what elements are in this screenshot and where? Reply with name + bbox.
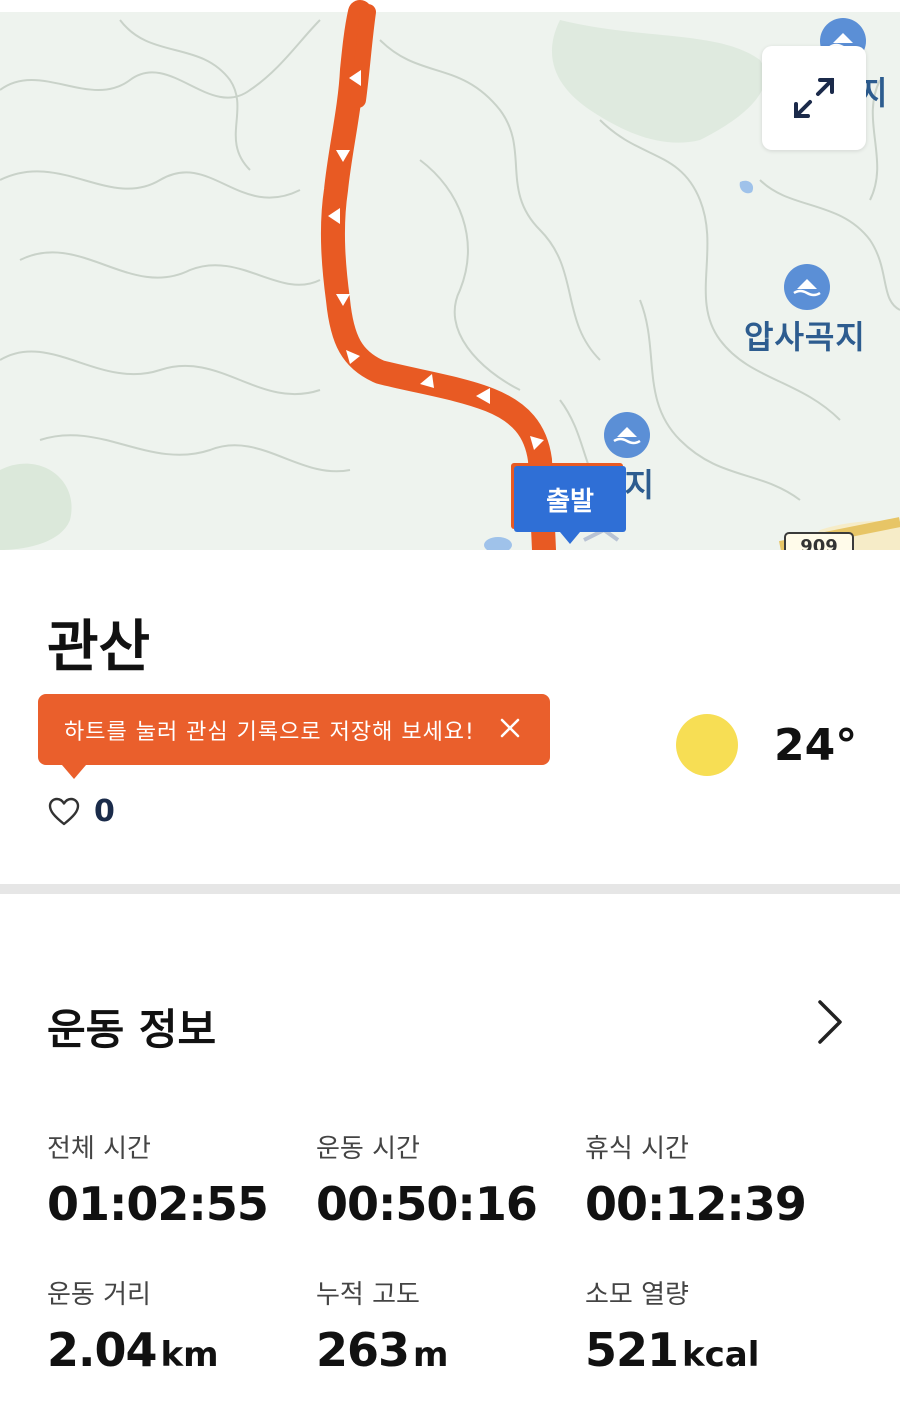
close-icon[interactable] xyxy=(496,714,524,742)
reservoir-icon xyxy=(604,412,650,458)
stat-elevation: 누적 고도 263 m xyxy=(316,1274,448,1377)
chevron-right-icon[interactable] xyxy=(810,996,850,1048)
place-title: 관산 xyxy=(47,615,151,680)
stat-unit: m xyxy=(413,1335,449,1375)
stat-unit: kcal xyxy=(682,1335,760,1375)
sun-icon xyxy=(676,714,738,776)
stat-label: 누적 고도 xyxy=(316,1280,420,1310)
stat-exercise-time: 운동 시간 00:50:16 xyxy=(316,1128,538,1231)
start-marker: 출발 xyxy=(514,466,626,544)
exercise-info-title: 운동 정보 xyxy=(47,1005,217,1054)
save-hint-tooltip: 하트를 눌러 관심 기록으로 저장해 보세요! xyxy=(38,694,550,779)
stat-value: 263 m xyxy=(316,1323,449,1377)
like-count: 0 xyxy=(94,794,115,829)
tooltip-text: 하트를 눌러 관심 기록으로 저장해 보세요! xyxy=(64,719,475,745)
section-divider xyxy=(0,884,900,894)
stat-value: 521 kcal xyxy=(585,1323,760,1377)
road-number-badge: 909 xyxy=(784,532,854,550)
expand-map-button[interactable] xyxy=(762,46,866,150)
stat-label: 운동 시간 xyxy=(316,1134,420,1164)
stat-value: 00:12:39 xyxy=(585,1177,807,1231)
stat-label: 소모 열량 xyxy=(585,1280,689,1310)
stat-rest-time: 휴식 시간 00:12:39 xyxy=(585,1128,807,1231)
stat-label: 휴식 시간 xyxy=(585,1134,689,1164)
stat-calories: 소모 열량 521 kcal xyxy=(585,1274,759,1377)
route-map[interactable]: 지 압사곡지 관지 출발 909 xyxy=(0,0,900,550)
map-label-apsagokji: 압사곡지 xyxy=(744,318,866,356)
reservoir-icon xyxy=(784,264,830,310)
heart-icon xyxy=(48,797,80,825)
stat-total-time: 전체 시간 01:02:55 xyxy=(47,1128,269,1231)
stat-value: 2.04 km xyxy=(47,1323,219,1377)
stat-value: 01:02:55 xyxy=(47,1177,269,1231)
stat-label: 전체 시간 xyxy=(47,1134,151,1164)
stat-distance: 운동 거리 2.04 km xyxy=(47,1274,219,1377)
like-button[interactable]: 0 xyxy=(48,794,115,829)
temperature: 24° xyxy=(774,719,858,771)
stat-value: 00:50:16 xyxy=(316,1177,538,1231)
stat-unit: km xyxy=(160,1335,219,1375)
stat-label: 운동 거리 xyxy=(47,1280,151,1310)
expand-icon xyxy=(794,78,834,118)
weather-info: 24° xyxy=(676,714,857,776)
